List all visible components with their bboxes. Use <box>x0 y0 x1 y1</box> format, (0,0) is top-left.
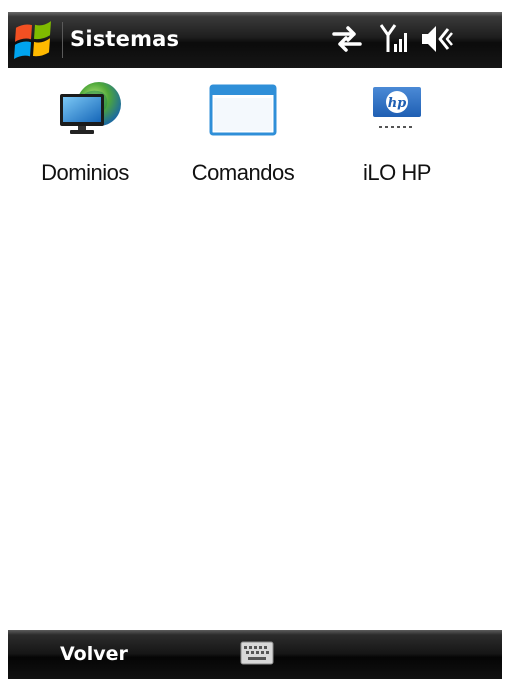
title-separator <box>62 22 63 58</box>
keyboard-button[interactable] <box>240 640 274 666</box>
title-bar: Sistemas <box>8 12 502 68</box>
app-label: Comandos <box>191 160 295 185</box>
app-tile-ilo-hp[interactable]: hp iLO HP <box>332 78 462 198</box>
back-softkey[interactable]: Volver <box>60 643 128 665</box>
signal-strength-icon[interactable] <box>380 22 410 56</box>
keyboard-icon <box>240 641 274 665</box>
start-button[interactable] <box>10 18 56 62</box>
phone-screen: Sistemas Dominios Comandos hp iLO HP Vol… <box>8 12 502 679</box>
softkey-bar: Volver <box>8 630 502 679</box>
volume-icon[interactable] <box>420 23 454 55</box>
app-tile-dominios[interactable]: Dominios <box>20 78 150 198</box>
app-tile-comandos[interactable]: Comandos <box>178 78 308 198</box>
monitor-globe-icon <box>60 82 121 134</box>
connectivity-arrows-icon[interactable] <box>330 24 364 54</box>
page-title: Sistemas <box>70 27 180 51</box>
hp-logo-icon: hp <box>373 87 421 128</box>
app-label: iLO HP <box>363 160 431 185</box>
app-label: Dominios <box>41 160 129 185</box>
window-icon <box>209 84 277 136</box>
windows-flag-icon <box>14 21 51 59</box>
app-grid: Dominios Comandos hp iLO HP <box>8 68 502 630</box>
svg-text:hp: hp <box>388 96 407 111</box>
